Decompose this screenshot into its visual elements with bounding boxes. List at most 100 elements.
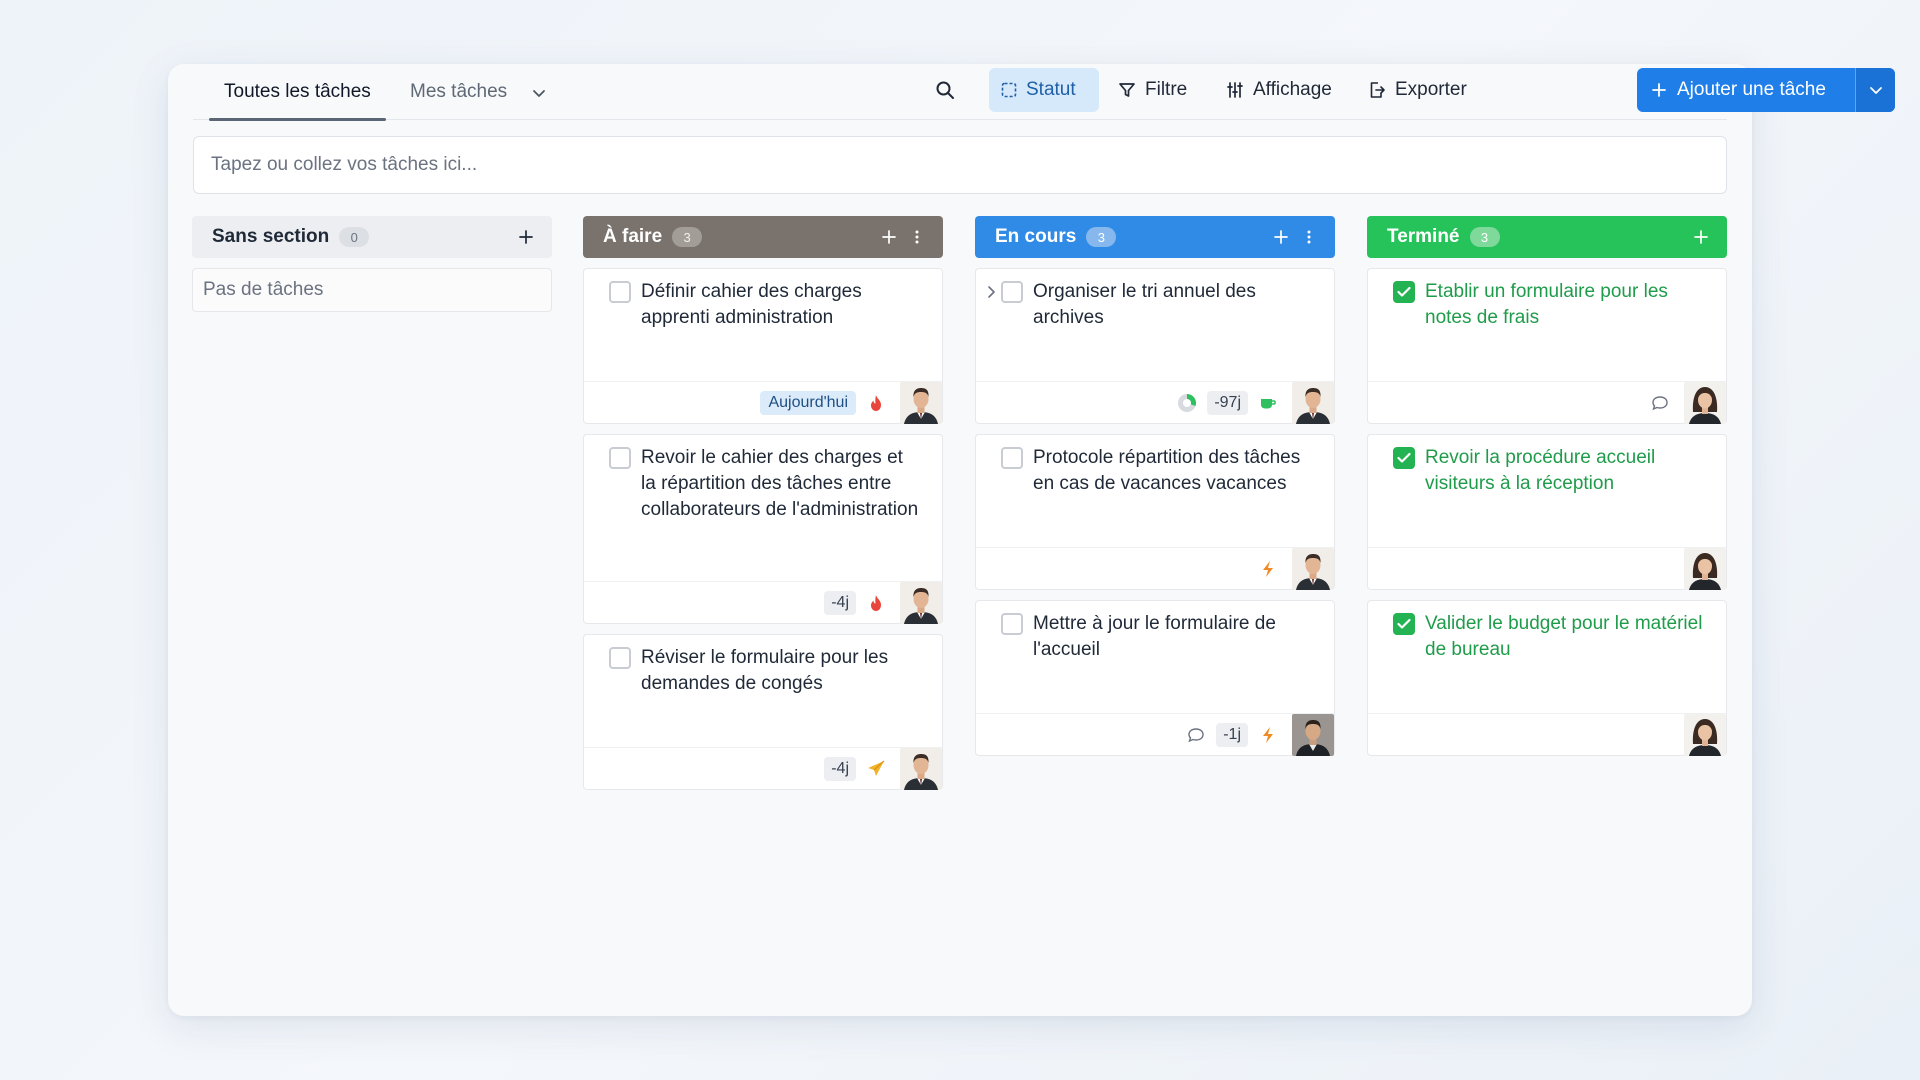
comment-icon[interactable] <box>1650 393 1670 413</box>
task-title: Revoir le cahier des charges et la répar… <box>641 447 919 520</box>
task-title: Mettre à jour le formulaire de l'accueil <box>1033 613 1276 660</box>
add-task-button-group: Ajouter une tâche <box>1637 68 1895 112</box>
man-avatar[interactable] <box>1292 382 1334 424</box>
add-task-button[interactable]: Ajouter une tâche <box>1637 68 1855 112</box>
column-en-cours: En cours 3 Organiser le tri annuel des a… <box>975 216 1335 756</box>
due-date-badge[interactable]: -4j <box>824 756 856 781</box>
empty-column-message: Pas de tâches <box>192 268 552 312</box>
due-date-badge[interactable]: -4j <box>824 590 856 615</box>
task-footer <box>1368 547 1726 589</box>
task-card[interactable]: Réviser le formulaire pour les demandes … <box>583 634 943 790</box>
task-title: Revoir la procédure accueil visiteurs à … <box>1425 447 1656 494</box>
search-button[interactable] <box>923 68 967 112</box>
column-header: En cours 3 <box>975 216 1335 258</box>
chevron-down-icon <box>1869 87 1882 94</box>
task-footer: -4j <box>584 747 942 789</box>
filter-button[interactable]: Filtre <box>1106 68 1199 112</box>
tabs-more-chevron-icon[interactable] <box>526 80 552 106</box>
export-icon <box>1370 82 1385 98</box>
quick-add-input[interactable] <box>193 136 1727 194</box>
coffee-icon[interactable] <box>1258 393 1278 413</box>
flame-icon[interactable] <box>866 593 886 613</box>
task-card[interactable]: Valider le budget pour le matériel de bu… <box>1367 600 1727 756</box>
due-date-badge[interactable]: -1j <box>1216 722 1248 747</box>
status-dashed-square-icon <box>1001 82 1017 98</box>
lightning-icon[interactable] <box>1258 725 1278 745</box>
task-card[interactable]: Protocole répartition des tâches en cas … <box>975 434 1335 590</box>
filter-icon <box>1119 83 1135 97</box>
task-title: Valider le budget pour le matériel de bu… <box>1425 613 1703 660</box>
flame-icon[interactable] <box>866 393 886 413</box>
tab-all-tasks-label: Toutes les tâches <box>224 81 371 102</box>
task-card[interactable]: Etablir un formulaire pour les notes de … <box>1367 268 1727 424</box>
man-avatar[interactable] <box>1292 548 1334 590</box>
tab-all-tasks[interactable]: Toutes les tâches <box>209 64 386 121</box>
column-termine: Terminé 3 Etablir un formulaire pour les… <box>1367 216 1727 756</box>
lightning-icon[interactable] <box>1258 559 1278 579</box>
task-footer: -1j <box>976 713 1334 755</box>
column-menu-button[interactable] <box>903 223 931 251</box>
task-title: Etablir un formulaire pour les notes de … <box>1425 281 1668 328</box>
task-title: Protocole répartition des tâches en cas … <box>1033 447 1301 494</box>
task-footer: -97j <box>976 381 1334 423</box>
add-in-column-button[interactable] <box>1267 223 1295 251</box>
man-avatar[interactable] <box>900 582 942 624</box>
export-button[interactable]: Exporter <box>1356 68 1479 112</box>
display-button[interactable]: Affichage <box>1214 68 1344 112</box>
add-in-column-button[interactable] <box>512 223 540 251</box>
tab-my-tasks-label: Mes tâches <box>410 81 508 102</box>
column-title: En cours <box>995 226 1077 247</box>
column-title: Terminé <box>1387 226 1460 247</box>
app-window: Toutes les tâches Mes tâches Statut Filt… <box>168 64 1895 1016</box>
export-label: Exporter <box>1395 79 1467 100</box>
search-icon <box>936 81 954 99</box>
man-avatar[interactable] <box>900 748 942 790</box>
task-card[interactable]: Revoir le cahier des charges et la répar… <box>583 434 943 624</box>
column-header: À faire 3 <box>583 216 943 258</box>
add-task-label: Ajouter une tâche <box>1677 79 1826 100</box>
top-bar: Toutes les tâches Mes tâches Statut Filt… <box>193 64 1895 121</box>
statut-label: Statut <box>1026 79 1076 100</box>
plus-icon <box>1274 230 1288 244</box>
plus-icon <box>1694 230 1708 244</box>
tab-my-tasks[interactable]: Mes tâches <box>405 64 512 120</box>
column-count: 3 <box>1086 227 1117 247</box>
more-vertical-icon <box>915 230 919 244</box>
due-date-badge[interactable]: -97j <box>1207 390 1248 415</box>
add-task-dropdown[interactable] <box>1855 68 1895 112</box>
paper-plane-icon[interactable] <box>866 759 886 779</box>
statut-button[interactable]: Statut <box>989 68 1099 112</box>
more-vertical-icon <box>1307 230 1311 244</box>
task-title: Définir cahier des charges apprenti admi… <box>641 281 862 328</box>
task-card[interactable]: Mettre à jour le formulaire de l'accueil… <box>975 600 1335 756</box>
task-footer: Aujourd'hui <box>584 381 942 423</box>
due-date-badge[interactable]: Aujourd'hui <box>760 390 856 415</box>
column-a-faire: À faire 3 Définir cahier des charges app… <box>583 216 943 790</box>
task-footer <box>1368 381 1726 423</box>
man-avatar[interactable] <box>900 382 942 424</box>
progress-pie-icon[interactable] <box>1177 393 1197 413</box>
column-menu-button[interactable] <box>1295 223 1323 251</box>
comment-icon[interactable] <box>1186 725 1206 745</box>
task-footer <box>976 547 1334 589</box>
woman-avatar[interactable] <box>1684 714 1726 756</box>
woman-avatar[interactable] <box>1684 382 1726 424</box>
column-header: Terminé 3 <box>1367 216 1727 258</box>
task-card[interactable]: Organiser le tri annuel des archives -97… <box>975 268 1335 424</box>
task-footer <box>1368 713 1726 755</box>
column-count: 3 <box>1469 227 1500 247</box>
sliders-icon <box>1227 82 1243 98</box>
man-avatar-dark[interactable] <box>1292 714 1334 756</box>
column-header: Sans section 0 <box>192 216 552 258</box>
task-title: Réviser le formulaire pour les demandes … <box>641 647 889 694</box>
column-sans-section: Sans section 0 Pas de tâches <box>192 216 552 312</box>
plus-icon <box>1652 83 1666 97</box>
column-count: 0 <box>339 227 370 247</box>
task-card[interactable]: Revoir la procédure accueil visiteurs à … <box>1367 434 1727 590</box>
add-in-column-button[interactable] <box>1687 223 1715 251</box>
column-title: À faire <box>603 226 663 247</box>
task-card[interactable]: Définir cahier des charges apprenti admi… <box>583 268 943 424</box>
column-count: 3 <box>672 227 703 247</box>
add-in-column-button[interactable] <box>875 223 903 251</box>
woman-avatar[interactable] <box>1684 548 1726 590</box>
